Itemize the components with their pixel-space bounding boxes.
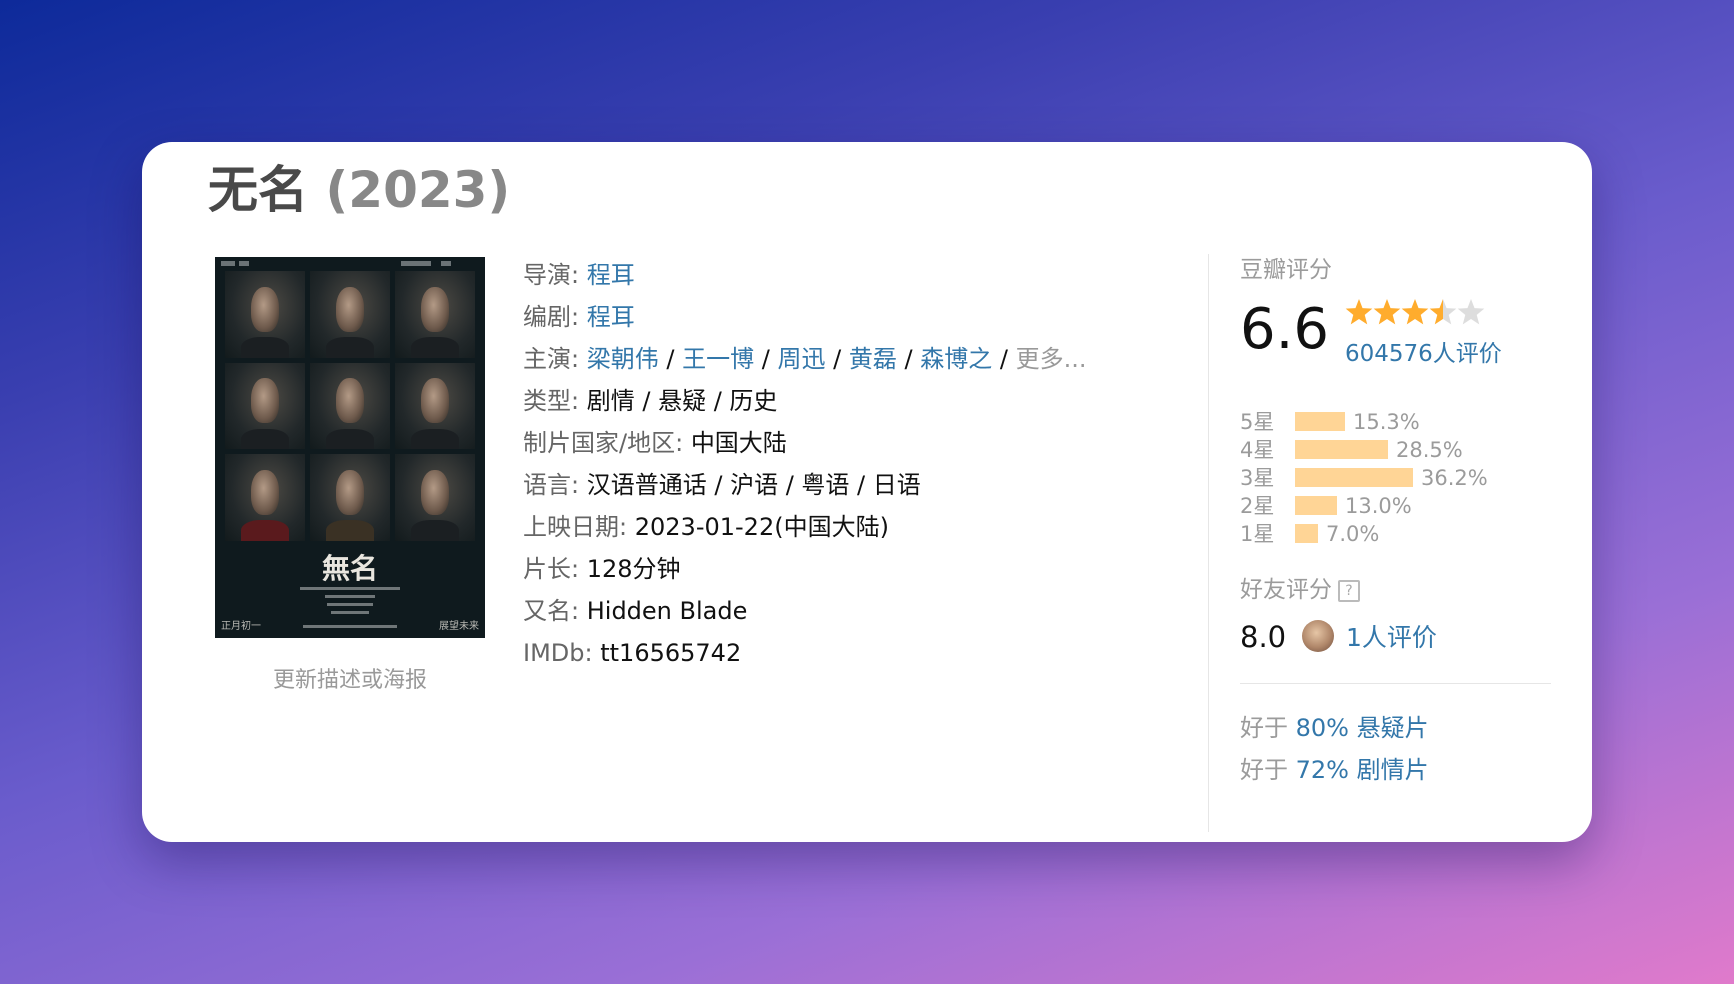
star-icon: [1457, 299, 1485, 325]
star-rating-icon: [1345, 299, 1485, 325]
cast-link[interactable]: 梁朝伟: [587, 345, 659, 373]
rating-bar: [1295, 440, 1388, 459]
vertical-divider: [1208, 254, 1209, 832]
rating-bar: [1295, 468, 1413, 487]
rating-bar-label: 2星: [1240, 494, 1275, 518]
rating-bar-row: 3星 36.2%: [1240, 464, 1560, 492]
douban-rating: 豆瓣评分 6.6 604576人评价 5星 15.3% 4星 28.5% 3星 36.2%…: [1240, 250, 1560, 546]
rating-bar-label: 1星: [1240, 522, 1275, 546]
rating-bar: [1295, 524, 1318, 543]
rating-bar-percent: 13.0%: [1345, 494, 1412, 518]
cast-link[interactable]: 周迅: [777, 345, 825, 373]
rating-stars: [1345, 298, 1495, 328]
movie-year: (2023): [325, 161, 511, 219]
better-than-row: 好于 80% 悬疑片: [1240, 714, 1429, 742]
rating-bar-row: 4星 28.5%: [1240, 436, 1560, 464]
better-than-link[interactable]: 72% 剧情片: [1296, 756, 1429, 784]
info-language: 语言: 汉语普通话 / 沪语 / 粤语 / 日语: [523, 471, 921, 499]
language-value: 汉语普通话 / 沪语 / 粤语 / 日语: [586, 471, 921, 499]
movie-poster[interactable]: 無名 正月初一 展望未来: [215, 257, 485, 638]
update-description-link[interactable]: 更新描述或海报: [215, 662, 485, 694]
rating-bar-percent: 15.3%: [1353, 410, 1420, 434]
info-runtime: 片长: 128分钟: [523, 555, 681, 583]
info-genre: 类型: 剧情 / 悬疑 / 历史: [523, 387, 778, 415]
imdb-value: tt16565742: [600, 639, 742, 667]
star-icon: [1429, 299, 1457, 325]
star-icon: [1345, 299, 1373, 325]
movie-card: 无名 (2023) 無名 正月初一 展望未来 更新描述或海报 导演: 程耳 编剧…: [142, 142, 1592, 842]
better-than: 好于 80% 悬疑片 好于 72% 剧情片: [1240, 707, 1560, 791]
rating-bar-row: 5星 15.3%: [1240, 408, 1560, 436]
rating-bar-label: 3星: [1240, 466, 1275, 490]
better-than-link[interactable]: 80% 悬疑片: [1296, 714, 1429, 742]
country-value: 中国大陆: [690, 429, 787, 457]
rating-bar: [1295, 412, 1345, 431]
poster-footer-left: 正月初一: [221, 621, 261, 632]
horizontal-divider: [1240, 683, 1551, 684]
rating-bar: [1295, 496, 1337, 515]
rating-bar-percent: 36.2%: [1421, 466, 1488, 490]
friends-score: 8.0: [1240, 620, 1287, 654]
help-icon[interactable]: ?: [1338, 580, 1360, 602]
friends-rating: 好友评分? 8.0 1人评价: [1240, 570, 1560, 654]
rating-bar-label: 5星: [1240, 410, 1275, 434]
runtime-value: 128分钟: [586, 555, 681, 583]
rating-bar-row: 2星 13.0%: [1240, 492, 1560, 520]
movie-title: 无名: [208, 161, 308, 219]
star-icon: [1373, 299, 1401, 325]
page-title: 无名 (2023): [208, 160, 510, 220]
aka-value: Hidden Blade: [586, 597, 748, 625]
rating-distribution: 5星 15.3% 4星 28.5% 3星 36.2% 2星 13.0% 1星 7.0%: [1240, 408, 1560, 548]
info-writer: 编剧: 程耳: [523, 303, 635, 331]
writer-link[interactable]: 程耳: [587, 303, 635, 331]
cast-link[interactable]: 森博之: [920, 345, 992, 373]
rating-bar-percent: 28.5%: [1396, 438, 1463, 462]
genre-value: 剧情 / 悬疑 / 历史: [586, 387, 778, 415]
poster-top-strip: [215, 257, 485, 271]
star-icon: [1401, 299, 1429, 325]
rating-votes-link[interactable]: 604576人评价: [1345, 334, 1502, 368]
info-cast: 主演: 梁朝伟 / 王一博 / 周迅 / 黄磊 / 森博之 / 更多...: [523, 345, 1087, 373]
rating-bar-row: 1星 7.0%: [1240, 520, 1560, 548]
info-aka: 又名: Hidden Blade: [523, 597, 748, 625]
friends-rating-heading: 好友评分?: [1240, 570, 1560, 604]
poster-title-calligraphy: 無名: [321, 552, 378, 585]
director-link[interactable]: 程耳: [587, 261, 635, 289]
cast-link[interactable]: 王一博: [682, 345, 754, 373]
rating-score: 6.6: [1240, 297, 1330, 362]
info-country: 制片国家/地区: 中国大陆: [523, 429, 787, 457]
rating-bar-label: 4星: [1240, 438, 1275, 462]
rating-bar-percent: 7.0%: [1326, 522, 1380, 546]
rating-heading: 豆瓣评分: [1240, 257, 1332, 283]
friends-votes-link[interactable]: 1人评价: [1346, 618, 1437, 654]
info-release-date: 上映日期: 2023-01-22(中国大陆): [523, 513, 889, 541]
better-than-row: 好于 72% 剧情片: [1240, 756, 1429, 784]
cast-link[interactable]: 黄磊: [849, 345, 897, 373]
info-imdb: IMDb: tt16565742: [523, 639, 742, 667]
info-director: 导演: 程耳: [523, 261, 635, 289]
cast-more-link[interactable]: 更多...: [1016, 345, 1087, 373]
poster-portrait-grid: [225, 271, 475, 541]
poster-footer-right: 展望未来: [439, 621, 479, 632]
avatar[interactable]: [1302, 620, 1334, 652]
release-date-value: 2023-01-22(中国大陆): [634, 513, 889, 541]
movie-info: 导演: 程耳 编剧: 程耳 主演: 梁朝伟 / 王一博 / 周迅 / 黄磊 / …: [523, 254, 1173, 674]
rating-score-row: 6.6 604576人评价: [1240, 298, 1560, 368]
